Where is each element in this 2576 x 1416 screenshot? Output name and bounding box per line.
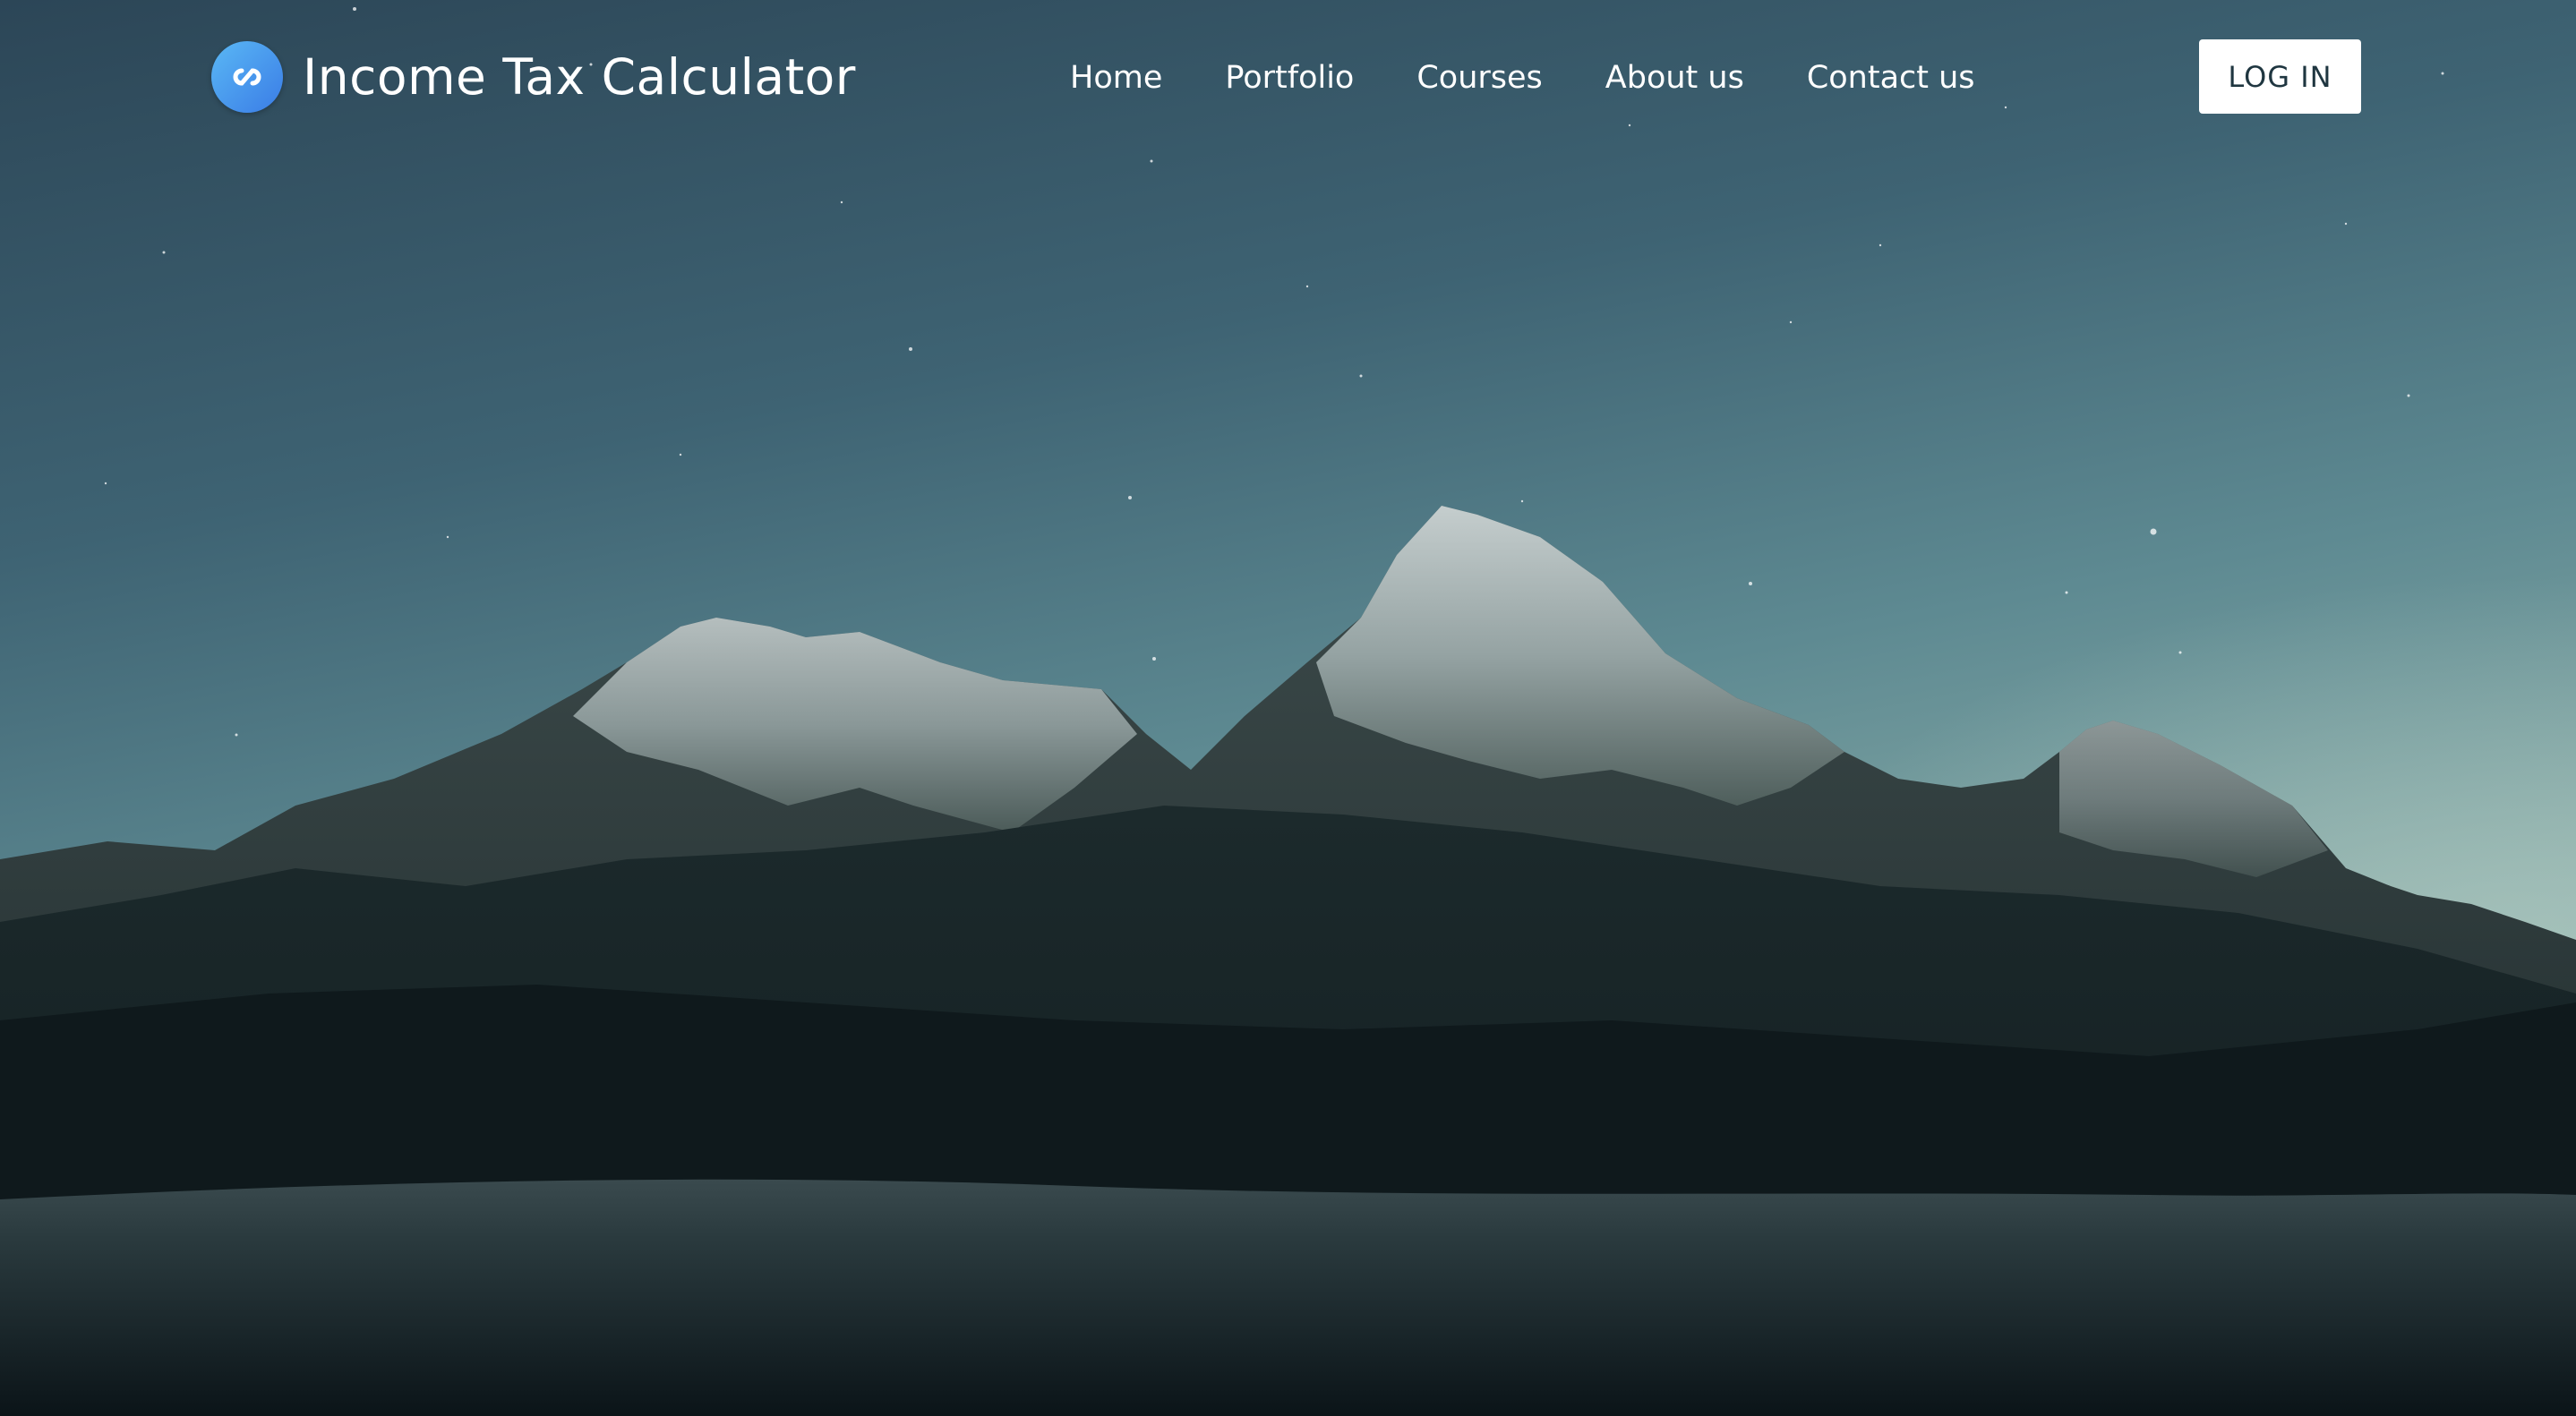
brand-title: Income Tax Calculator: [303, 48, 856, 106]
brand-link[interactable]: Income Tax Calculator: [211, 41, 856, 113]
nav-link-portfolio[interactable]: Portfolio: [1225, 60, 1354, 96]
main-nav: Home Portfolio Courses About us Contact …: [1070, 54, 1975, 102]
infinity-logo-icon: [211, 41, 283, 113]
login-button[interactable]: LOG IN: [2199, 39, 2361, 114]
nav-link-contact-us[interactable]: Contact us: [1807, 60, 1975, 96]
nav-link-about-us[interactable]: About us: [1605, 60, 1744, 96]
nav-link-courses[interactable]: Courses: [1416, 60, 1542, 96]
top-navbar: Income Tax Calculator Home Portfolio Cou…: [0, 0, 2576, 154]
hero-section: Income Tax Calculator Home Portfolio Cou…: [0, 0, 2576, 1416]
nav-link-home[interactable]: Home: [1070, 60, 1162, 96]
mountain-background-image: [0, 0, 2576, 1416]
